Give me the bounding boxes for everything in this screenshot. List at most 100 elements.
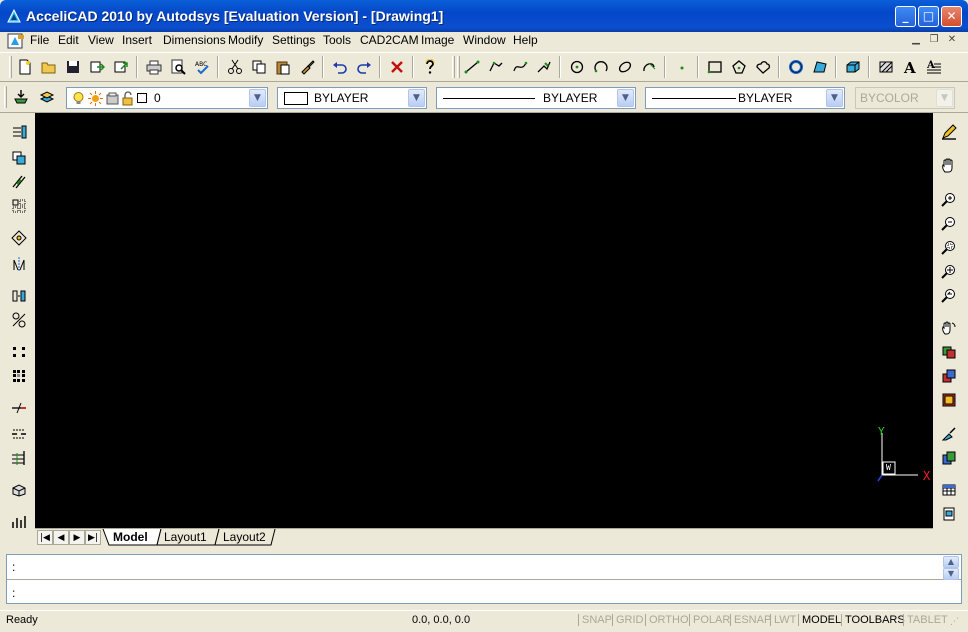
tab-model[interactable]: Model [107, 529, 154, 546]
drawing-canvas[interactable]: Y X W [35, 113, 933, 528]
mdi-minimize-icon[interactable]: ▁ [908, 33, 924, 47]
last-tab-button[interactable]: ▶| [85, 530, 101, 545]
arc-button[interactable] [590, 56, 612, 78]
zoom-realtime-button[interactable] [938, 261, 960, 283]
copy-entity-button[interactable] [8, 147, 30, 169]
toolbar-grip[interactable] [4, 86, 7, 108]
ellipse-button[interactable] [614, 56, 636, 78]
lwt-toggle[interactable]: LWT [770, 614, 799, 626]
open-button[interactable] [38, 56, 60, 78]
parallel-button[interactable] [8, 171, 30, 193]
esnap-toggle[interactable]: ESNAP [730, 614, 774, 626]
hatch-button[interactable] [875, 56, 897, 78]
new-drawing-button[interactable] [14, 56, 36, 78]
chamfer-button[interactable] [8, 479, 30, 501]
close-button[interactable]: ✕ [941, 6, 962, 27]
spline-button[interactable] [509, 56, 531, 78]
menu-edit[interactable]: Edit [56, 32, 81, 50]
paste-button[interactable] [272, 56, 294, 78]
layer-explorer-button[interactable] [36, 86, 58, 108]
toolbars-toggle[interactable]: TOOLBARS [841, 614, 908, 626]
redo-button[interactable] [353, 56, 375, 78]
print-button[interactable] [143, 56, 165, 78]
minimize-button[interactable]: _ [895, 6, 916, 27]
menu-view[interactable]: View [86, 32, 116, 50]
previous-tab-button[interactable]: ◀ [53, 530, 69, 545]
first-tab-button[interactable]: |◀ [37, 530, 53, 545]
app-icon[interactable] [6, 8, 22, 24]
color-dropdown[interactable]: BYLAYER ▼ [277, 87, 427, 109]
resize-grip-icon[interactable]: ⋰ [950, 617, 959, 627]
unlock-icon[interactable] [122, 91, 135, 106]
render-button[interactable] [938, 423, 960, 445]
view-rotate-button[interactable] [938, 317, 960, 339]
layer-dropdown[interactable]: 0 ▼ [66, 87, 268, 109]
menu-help[interactable]: Help [511, 32, 540, 50]
command-history[interactable]: : ▲ ▼ [7, 555, 961, 580]
zoom-previous-button[interactable] [938, 285, 960, 307]
explode-button[interactable] [8, 365, 30, 387]
delete-button[interactable] [386, 56, 408, 78]
donut-button[interactable] [785, 56, 807, 78]
zoom-out-button[interactable] [938, 213, 960, 235]
menu-insert[interactable]: Insert [120, 32, 154, 50]
redraw-button[interactable] [938, 121, 960, 143]
chevron-down-icon[interactable]: ▼ [249, 89, 266, 107]
menu-tools[interactable]: Tools [321, 32, 353, 50]
menu-modify[interactable]: Modify [226, 32, 265, 50]
toolbar-grip[interactable] [457, 56, 460, 78]
linetype-dropdown[interactable]: BYLAYER ▼ [436, 87, 636, 109]
3d-box-button[interactable] [842, 56, 864, 78]
rectangle-button[interactable] [704, 56, 726, 78]
make-layer-current-button[interactable] [10, 86, 32, 108]
mdi-restore-icon[interactable]: ❐ [926, 33, 942, 47]
snap-toggle[interactable]: SNAP [578, 614, 615, 626]
fillet-button[interactable] [8, 511, 30, 533]
tab-layout2[interactable]: Layout2 [217, 529, 272, 546]
print-preview-button[interactable] [167, 56, 189, 78]
undo-button[interactable] [329, 56, 351, 78]
scale-button[interactable] [8, 309, 30, 331]
cut-button[interactable] [224, 56, 246, 78]
model-toggle[interactable]: MODEL [798, 614, 844, 626]
properties-button[interactable] [8, 121, 30, 143]
view-control-button[interactable] [938, 365, 960, 387]
menu-image[interactable]: Image [419, 32, 456, 50]
polar-toggle[interactable]: POLAR [689, 614, 733, 626]
lineweight-dropdown[interactable]: BYLAYER ▼ [645, 87, 845, 109]
ortho-toggle[interactable]: ORTHO [645, 614, 692, 626]
menu-cad2cam[interactable]: CAD2CAM [358, 32, 421, 50]
scroll-down-button[interactable]: ▼ [943, 568, 959, 580]
tablet-toggle[interactable]: TABLET [903, 614, 951, 626]
mdi-close-icon[interactable]: ✕ [944, 33, 960, 47]
trim-button[interactable] [8, 397, 30, 419]
shade-button[interactable] [938, 447, 960, 469]
array-button[interactable] [8, 195, 30, 217]
menu-file[interactable]: File [28, 32, 51, 50]
pan-button[interactable] [938, 155, 960, 177]
match-properties-button[interactable] [296, 56, 318, 78]
scroll-up-button[interactable]: ▲ [943, 556, 959, 568]
menu-settings[interactable]: Settings [270, 32, 317, 50]
revision-cloud-button[interactable] [752, 56, 774, 78]
toolbar-grip[interactable] [9, 56, 12, 78]
break-button[interactable] [8, 423, 30, 445]
zoom-in-button[interactable] [938, 189, 960, 211]
move-button[interactable] [8, 227, 30, 249]
toolbar-grip[interactable] [452, 56, 455, 78]
zoom-window-button[interactable] [938, 237, 960, 259]
point-button[interactable] [671, 56, 693, 78]
copy-button[interactable] [248, 56, 270, 78]
elliptical-arc-button[interactable] [638, 56, 660, 78]
menu-window[interactable]: Window [461, 32, 508, 50]
export-button[interactable] [86, 56, 108, 78]
mirror-button[interactable] [8, 253, 30, 275]
circle-button[interactable] [566, 56, 588, 78]
named-views-button[interactable] [938, 341, 960, 363]
chevron-down-icon[interactable]: ▼ [826, 89, 843, 107]
save-button[interactable] [62, 56, 84, 78]
maximize-button[interactable]: □ [918, 6, 939, 27]
tab-layout1[interactable]: Layout1 [158, 529, 213, 546]
block-editor-button[interactable] [938, 503, 960, 525]
spelling-button[interactable]: ABC [191, 56, 213, 78]
